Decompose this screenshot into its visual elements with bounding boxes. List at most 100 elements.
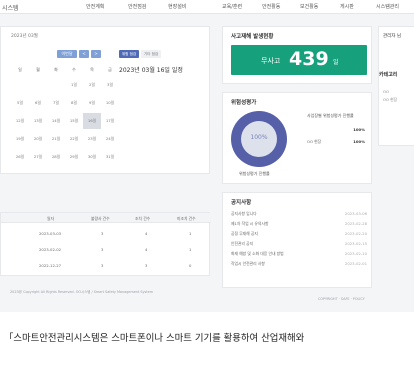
calendar-day[interactable] [47,77,65,93]
no-accident-box: 무사고 439 일 [231,45,367,75]
notice-title: 제1차 작업 시 유의사항 [231,221,269,226]
days-unit: 일 [333,59,339,66]
site-value: 100% [353,139,365,144]
nav-item-board[interactable]: 게시판 [340,3,354,10]
nav-item-inspection[interactable]: 안전점검 [128,3,146,10]
calendar-day[interactable]: 5일 [11,95,29,111]
risk-check-tag[interactable]: 위험 점검 [119,50,139,58]
nav-item-health-activity[interactable]: 보건활동 [300,3,318,10]
next-month-button[interactable]: > [91,50,101,58]
calendar-day[interactable]: 19일 [11,131,29,147]
nav-item-plan[interactable]: 안전계획 [86,3,104,10]
weekday-label: 일 [18,67,22,72]
nav-item-equipment[interactable]: 현장설비 [168,3,186,10]
row-pending: 1 [189,231,192,236]
calendar-day[interactable]: 26일 [11,149,29,165]
calendar-day[interactable]: 3일 [101,77,119,93]
row-date: 2023-03-03 [39,231,62,236]
notice-item[interactable]: 작업시 안전관리 사항 2023-02-01 [231,261,369,267]
top-nav: 시스템 안전계획 안전점검 현장설비 교육/훈련 안전활동 보건활동 게시판 시… [0,0,414,14]
calendar-day[interactable]: 22일 [65,131,83,147]
calendar-day[interactable]: 27일 [29,149,47,165]
calendar-day[interactable]: 8일 [65,95,83,111]
calendar-day[interactable]: 21일 [47,131,65,147]
accident-stats-card: 사고재해 발생현황 무사고 439 일 [222,26,372,84]
calendar-day[interactable]: 16일 [83,113,101,129]
calendar-day[interactable] [11,77,29,93]
calendar-day[interactable]: 6일 [29,95,47,111]
notice-item[interactable]: 화재 예방 및 소화 대응 안내 방법 2023-02-10 [231,251,369,257]
site-progress-title: 사업장별 위험성평가 진행률 [307,113,354,118]
calendar-day[interactable]: 17일 [101,113,119,129]
notices-card: 공지사항 공지사항 입니다 2023-03-06 제1차 작업 시 유의사항 202… [222,192,372,288]
calendar-day[interactable]: 29일 [65,149,83,165]
notice-item[interactable]: 공지사항 입니다 2023-03-06 [231,211,369,217]
notice-title: 화재 예방 및 소화 대응 안내 방법 [231,251,284,256]
row-defects: 3 [101,231,104,236]
donut-caption: 위험성평가 진행률 [239,171,270,176]
column-header: 일자 [47,216,54,221]
calendar-year-month[interactable]: 2023년 03월 [11,33,38,39]
calendar-day[interactable]: 12일 [11,113,29,129]
calendar-day[interactable]: 24일 [101,131,119,147]
table-header: 일자 불량사 건수 조치 건수 미조치 건수 [1,213,211,223]
notice-date: 2023-02-28 [344,221,367,226]
inspection-table: 일자 불량사 건수 조치 건수 미조치 건수 2023-03-03 3 4 1 … [0,212,211,276]
site-label: OO 현장 [307,139,322,144]
row-defects: 3 [101,247,104,252]
nav-item-education[interactable]: 교육/훈련 [222,3,242,10]
notice-item[interactable]: 공정 무재해 공지 2023-02-20 [231,231,369,237]
calendar-day[interactable] [29,77,47,93]
brand-label: 시스템 [2,5,19,12]
dashboard-screenshot: 시스템 안전계획 안전점검 현장설비 교육/훈련 안전활동 보건활동 게시판 시… [0,0,414,312]
notice-date: 2023-02-10 [344,251,367,256]
notice-date: 2023-02-15 [344,241,367,246]
calendar-day[interactable]: 13일 [29,113,47,129]
calendar-day[interactable]: 31일 [101,149,119,165]
notice-title: 공지사항 입니다 [231,211,257,216]
weekday-label: 화 [54,67,58,72]
risk-assessment-card: 위험성평가 100% 위험성평가 진행률 사업장별 위험성평가 진행률 100%… [222,92,372,184]
site-progress-row: OO 현장 100% [307,139,369,145]
calendar-day[interactable]: 23일 [83,131,101,147]
footer-links[interactable]: COPYRIGHT · SAFE · POLICY [318,297,365,301]
column-header: 불량사 건수 [91,216,110,221]
column-header: 조치 건수 [135,216,151,221]
no-accident-label: 무사고 [261,57,281,65]
calendar-card: 2023년 03월 이번달 < > 위험 점검 기타 점검 2023년 03월 … [0,26,210,174]
nav-item-safety-activity[interactable]: 안전활동 [262,3,280,10]
calendar-day[interactable]: 20일 [29,131,47,147]
other-check-tag[interactable]: 기타 점검 [141,50,161,58]
today-button[interactable]: 이번달 [57,50,77,58]
column-header: 미조치 건수 [177,216,196,221]
category-item[interactable]: OO [383,89,389,94]
nav-item-system[interactable]: 시스템관리 [376,3,399,10]
calendar-day[interactable]: 28일 [47,149,65,165]
calendar-day[interactable]: 9일 [83,95,101,111]
weekday-label: 월 [36,67,40,72]
calendar-day[interactable]: 10일 [101,95,119,111]
donut-percent: 100% [250,134,268,141]
no-accident-days: 439 [289,48,329,70]
notice-date: 2023-03-06 [344,211,367,216]
calendar-day[interactable]: 1일 [65,77,83,93]
row-actions: 4 [145,247,148,252]
calendar-day[interactable]: 30일 [83,149,101,165]
calendar-day[interactable]: 2일 [83,77,101,93]
calendar-day[interactable]: 14일 [47,113,65,129]
row-pending: 1 [189,247,192,252]
prev-month-button[interactable]: < [79,50,89,58]
notice-title: 작업시 안전관리 사항 [231,261,265,266]
category-title: 카테고리 [379,72,398,78]
row-date: 2023-02-02 [39,247,62,252]
category-item[interactable]: OO 현장 [383,97,397,103]
user-greeting: 관리자 님 [383,34,401,39]
calendar-day[interactable]: 15일 [65,113,83,129]
calendar-day[interactable]: 7일 [47,95,65,111]
notice-title: 공정 무재해 공지 [231,231,258,236]
notice-item[interactable]: 제1차 작업 시 유의사항 2023-02-28 [231,221,369,227]
user-panel: 관리자 님 카테고리 OO OO 현장 [378,26,414,146]
risk-progress-donut: 100% [231,111,287,167]
notice-title: 안전관리 공지 [231,241,254,246]
notice-item[interactable]: 안전관리 공지 2023-02-15 [231,241,369,247]
